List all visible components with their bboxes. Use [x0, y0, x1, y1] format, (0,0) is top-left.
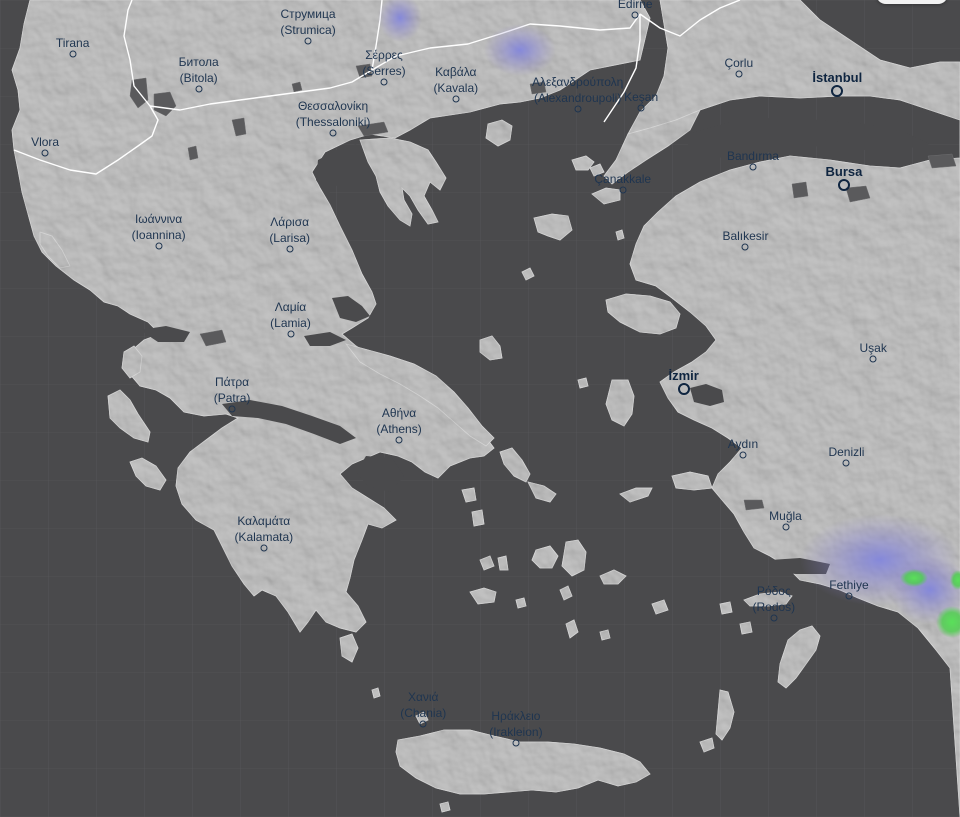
lake-iznik: [927, 153, 957, 169]
city-marker-balikesir[interactable]: [741, 243, 749, 251]
city-marker-bursa[interactable]: [837, 179, 850, 192]
city-marker-ioannina[interactable]: [155, 242, 163, 250]
precip-rhodope: [484, 24, 556, 76]
city-marker-fethiye[interactable]: [845, 592, 853, 600]
city-marker-kalamata[interactable]: [260, 544, 268, 552]
lake-vistonida: [529, 81, 547, 95]
city-marker-lamia[interactable]: [287, 330, 294, 338]
city-marker-kavala[interactable]: [452, 95, 460, 103]
city-marker-chania[interactable]: [419, 720, 427, 728]
city-marker-kesan[interactable]: [637, 104, 645, 112]
city-marker-bitola[interactable]: [195, 85, 203, 93]
lake-kastoria: [187, 145, 199, 161]
map-control-button[interactable]: [876, 0, 948, 4]
city-marker-corlu[interactable]: [735, 70, 743, 78]
map-canvas[interactable]: [0, 0, 960, 817]
city-marker-usak[interactable]: [869, 355, 877, 363]
precip-heavy-a: [900, 569, 928, 587]
city-marker-rodos[interactable]: [770, 614, 778, 622]
city-marker-canakkale[interactable]: [619, 186, 627, 194]
lake-manyas: [791, 181, 809, 199]
city-marker-denizli[interactable]: [842, 459, 850, 467]
city-marker-mugla[interactable]: [782, 523, 790, 531]
city-marker-vlora[interactable]: [41, 149, 49, 157]
city-marker-serres[interactable]: [380, 78, 388, 86]
city-marker-strumica[interactable]: [304, 37, 312, 45]
city-marker-irakleion[interactable]: [512, 739, 520, 747]
city-marker-patra[interactable]: [228, 405, 236, 412]
city-marker-aydin[interactable]: [739, 451, 747, 459]
city-marker-tirana[interactable]: [69, 50, 77, 58]
city-marker-istanbul[interactable]: [831, 84, 844, 97]
city-marker-athens[interactable]: [395, 436, 403, 444]
lake-koroneia: [291, 81, 303, 93]
city-marker-izmir[interactable]: [677, 382, 690, 395]
city-marker-thessaloniki[interactable]: [329, 129, 337, 137]
city-marker-edirne[interactable]: [631, 11, 639, 19]
city-marker-alexandroupoli[interactable]: [574, 105, 582, 113]
city-marker-bandirma[interactable]: [749, 163, 757, 171]
city-marker-larisa[interactable]: [286, 245, 294, 253]
map-view[interactable]: Edirne Струмица (Strumica) Tirana Битола (Bit…: [0, 0, 960, 817]
lake-bafa: [743, 499, 765, 511]
